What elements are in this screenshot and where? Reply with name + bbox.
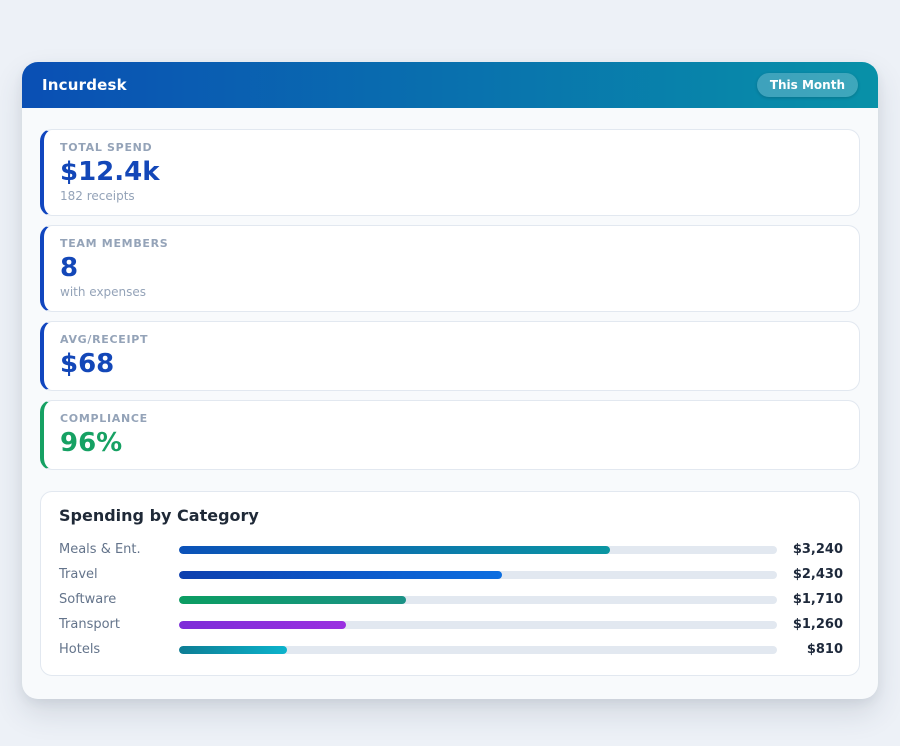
- bar-fill: [179, 571, 502, 579]
- bar-fill: [179, 596, 406, 604]
- stat-value: $12.4k: [60, 157, 843, 187]
- stat-value: 8: [60, 253, 843, 283]
- stat-card: COMPLIANCE 96%: [40, 400, 860, 470]
- category-value: $2,430: [787, 567, 843, 582]
- stat-label: COMPLIANCE: [60, 412, 843, 426]
- category-row: Transport $1,260: [59, 612, 843, 637]
- dashboard-card: Incurdesk This Month TOTAL SPEND $12.4k …: [22, 62, 878, 699]
- stat-card: TOTAL SPEND $12.4k 182 receipts: [40, 129, 860, 216]
- category-row: Hotels $810: [59, 637, 843, 662]
- category-value: $1,710: [787, 592, 843, 607]
- dashboard-content: TOTAL SPEND $12.4k 182 receipts TEAM MEM…: [22, 108, 878, 699]
- stat-subtitle: with expenses: [60, 284, 843, 300]
- category-row: Meals & Ent. $3,240: [59, 537, 843, 562]
- stat-label: AVG/RECEIPT: [60, 333, 843, 347]
- stat-label: TOTAL SPEND: [60, 141, 843, 155]
- stat-value: $68: [60, 349, 843, 379]
- stat-card: AVG/RECEIPT $68: [40, 321, 860, 391]
- stat-card: TEAM MEMBERS 8 with expenses: [40, 225, 860, 312]
- stat-label: TEAM MEMBERS: [60, 237, 843, 251]
- category-row: Software $1,710: [59, 587, 843, 612]
- category-value: $3,240: [787, 542, 843, 557]
- bar-fill: [179, 546, 610, 554]
- bar-track: [179, 596, 777, 604]
- bar-fill: [179, 621, 346, 629]
- category-label: Software: [59, 592, 179, 607]
- app-title: Incurdesk: [42, 76, 127, 94]
- bar-track: [179, 621, 777, 629]
- bar-track: [179, 546, 777, 554]
- spending-title: Spending by Category: [59, 506, 843, 525]
- category-label: Hotels: [59, 642, 179, 657]
- bar-track: [179, 571, 777, 579]
- category-value: $1,260: [787, 617, 843, 632]
- category-value: $810: [787, 642, 843, 657]
- bar-fill: [179, 646, 287, 654]
- spending-rows: Meals & Ent. $3,240 Travel $2,430 Softwa…: [59, 537, 843, 662]
- stat-subtitle: 182 receipts: [60, 188, 843, 204]
- page-background: { "page": { "bg": "#edf1f7" }, "header":…: [0, 0, 900, 746]
- stat-value: 96%: [60, 428, 843, 458]
- app-header: Incurdesk This Month: [22, 62, 878, 108]
- period-badge-button[interactable]: This Month: [757, 73, 858, 97]
- stats-list: TOTAL SPEND $12.4k 182 receipts TEAM MEM…: [40, 129, 860, 470]
- category-label: Meals & Ent.: [59, 542, 179, 557]
- category-label: Transport: [59, 617, 179, 632]
- bar-track: [179, 646, 777, 654]
- category-row: Travel $2,430: [59, 562, 843, 587]
- spending-card: Spending by Category Meals & Ent. $3,240…: [40, 491, 860, 676]
- category-label: Travel: [59, 567, 179, 582]
